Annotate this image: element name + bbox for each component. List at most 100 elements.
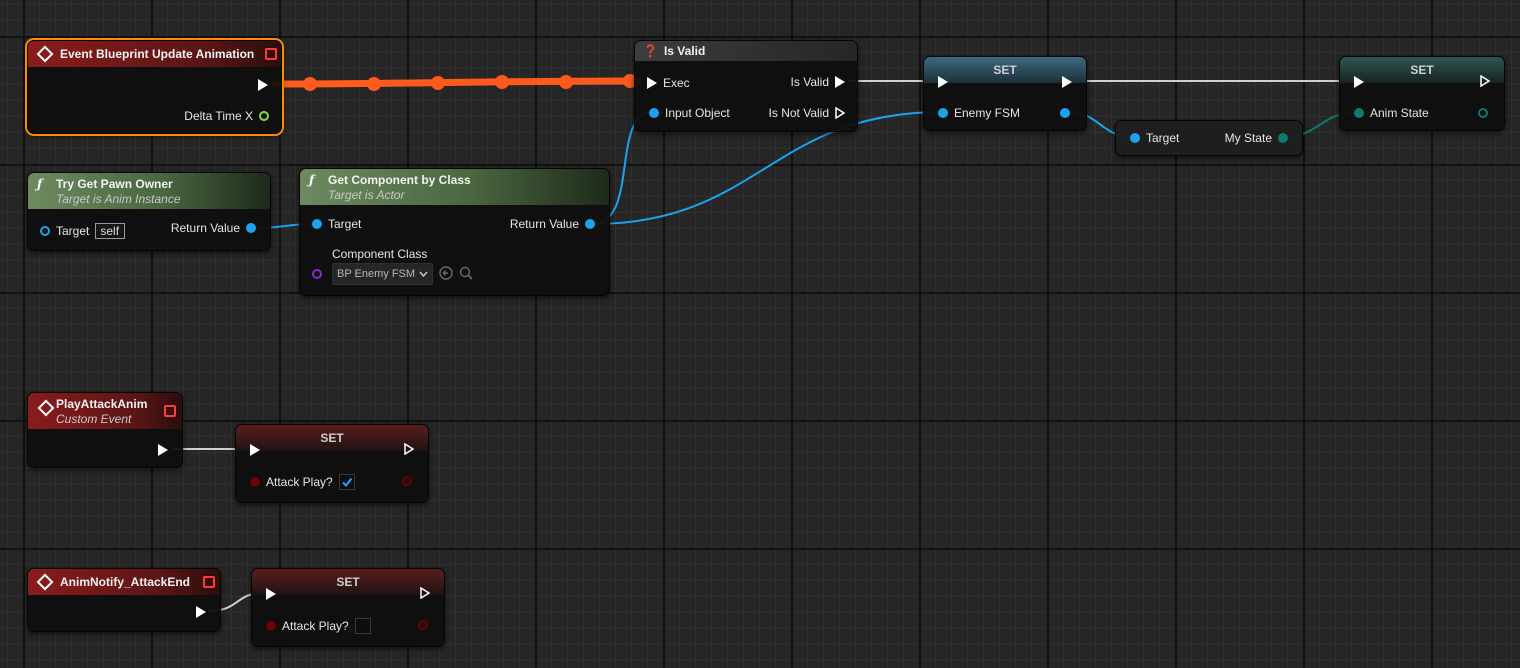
enum-pin-icon[interactable] [1354,108,1364,118]
bool-pin-icon[interactable] [266,621,276,631]
exec-in-pin[interactable] [250,444,260,456]
enum-pin-icon[interactable] [1478,108,1488,118]
bool-pin-icon[interactable] [250,477,260,487]
exec-arrow-icon [1354,76,1364,88]
input-object-pin-row[interactable]: Input Object [649,106,730,120]
enemy-fsm-pin-row[interactable]: Enemy FSM [938,106,1020,120]
return-value-pin-row[interactable]: Return Value [510,217,595,231]
node-header: ƒ Get Component by Class Target is Actor [300,169,609,205]
attack-play-checkbox[interactable] [354,618,371,634]
node-is-valid[interactable]: ❓ Is Valid Exec Input Object Is Valid Is… [634,40,858,132]
component-class-dropdown[interactable]: BP Enemy FSM [332,263,434,285]
attack-play-pin-row[interactable]: Attack Play? [250,474,355,490]
is-valid-pin-row[interactable]: Is Valid [791,75,845,89]
object-pin-icon[interactable] [585,219,595,229]
node-header: ƒ Try Get Pawn Owner Target is Anim Inst… [28,173,270,209]
anim-state-pin-row[interactable]: Anim State [1354,106,1429,120]
my-state-pin-row[interactable]: My State [1225,131,1288,145]
object-pin-icon[interactable] [312,219,322,229]
attack-play-checkbox[interactable] [338,474,355,490]
class-pin-icon[interactable] [312,269,322,279]
pin-label: Attack Play? [282,619,349,633]
question-icon: ❓ [643,44,658,58]
node-title: AnimNotify_AttackEnd [60,575,191,589]
delta-time-pin-row[interactable]: Delta Time X [184,109,269,123]
exec-outline-arrow-icon [1480,75,1490,87]
exec-out-pin[interactable] [258,79,268,91]
node-try-get-pawn-owner[interactable]: ƒ Try Get Pawn Owner Target is Anim Inst… [27,172,271,251]
exec-wire-update-to-isvalid[interactable] [271,77,642,88]
pin-label: Component Class [332,247,428,261]
exec-out-pin[interactable] [420,587,430,599]
exec-in-pin[interactable] [938,76,948,88]
browse-search-icon[interactable] [459,266,473,283]
function-icon: ƒ [309,173,315,187]
node-play-attack-anim-event[interactable]: PlayAttackAnim Custom Event [27,392,183,468]
pin-label: Attack Play? [266,475,333,489]
node-set-attack-play-false[interactable]: SET Attack Play? [251,568,445,647]
node-subtitle: Target is Anim Instance [56,191,181,206]
event-diamond-icon [37,399,55,417]
pin-label: Anim State [1370,106,1429,120]
node-subtitle: Target is Actor [328,187,405,202]
event-delegate-icon[interactable] [265,48,277,60]
enemy-fsm-out-pin[interactable] [1060,108,1070,118]
attack-play-out-pin[interactable] [418,620,428,630]
event-diamond-icon [36,573,54,591]
object-pin-icon[interactable] [649,108,659,118]
node-title: Is Valid [663,44,706,58]
exec-arrow-icon [258,79,268,91]
node-set-anim-state[interactable]: SET Anim State [1339,56,1505,131]
exec-wire-pulses [303,74,637,91]
exec-out-pin[interactable] [1062,76,1072,88]
object-pin-icon[interactable] [1130,133,1140,143]
exec-out-pin[interactable] [196,606,206,618]
exec-arrow-icon [266,588,276,600]
target-pin-row[interactable]: Target self [40,223,126,239]
pin-label: Enemy FSM [954,106,1021,120]
target-value-input[interactable]: self [95,223,126,239]
component-class-pin-row[interactable]: BP Enemy FSM [312,263,473,285]
object-pin-icon[interactable] [40,226,50,236]
is-not-valid-pin-row[interactable]: Is Not Valid [769,106,845,120]
enum-pin-icon[interactable] [1278,133,1288,143]
object-pin-icon[interactable] [1060,108,1070,118]
attack-play-pin-row[interactable]: Attack Play? [266,618,371,634]
node-get-my-state[interactable]: Target My State [1115,120,1303,156]
bool-pin-icon[interactable] [418,620,428,630]
exec-outline-arrow-icon [835,107,845,119]
pin-label: Is Valid [790,75,829,89]
exec-in-pin[interactable] [1354,76,1364,88]
pin-label: Target [56,224,90,238]
event-delegate-icon[interactable] [203,576,215,588]
target-pin-row[interactable]: Target [1130,131,1179,145]
node-get-component-by-class[interactable]: ƒ Get Component by Class Target is Actor… [299,168,610,296]
use-selected-asset-icon[interactable] [439,265,453,283]
exec-out-pin[interactable] [1480,75,1490,87]
float-pin-icon[interactable] [259,111,269,121]
exec-out-pin[interactable] [404,443,414,455]
event-delegate-icon[interactable] [164,405,176,417]
node-update-event[interactable]: Event Blueprint Update Animation Delta T… [25,38,284,136]
object-pin-icon[interactable] [938,108,948,118]
node-title: SET [993,63,1017,77]
dropdown-value: BP Enemy FSM [337,268,416,280]
object-pin-icon[interactable] [246,223,256,233]
exec-arrow-icon [938,76,948,88]
target-pin-row[interactable]: Target [312,217,361,231]
node-anim-notify-attack-end[interactable]: AnimNotify_AttackEnd [27,568,221,632]
node-set-enemy-fsm[interactable]: SET Enemy FSM [923,56,1087,131]
node-header: ❓ Is Valid [635,41,857,61]
exec-out-pin[interactable] [158,444,168,456]
pin-label: Delta Time X [184,109,253,123]
anim-state-out-pin[interactable] [1478,108,1488,118]
attack-play-out-pin[interactable] [402,476,412,486]
exec-arrow-icon [835,76,845,88]
return-value-pin-row[interactable]: Return Value [171,221,256,235]
node-set-attack-play-true[interactable]: SET Attack Play? [235,424,429,503]
bool-pin-icon[interactable] [402,476,412,486]
exec-in-pin-row[interactable]: Exec [647,76,690,90]
checkmark-icon [341,477,352,488]
exec-in-pin[interactable] [266,588,276,600]
component-class-label-row: Component Class [332,247,427,261]
